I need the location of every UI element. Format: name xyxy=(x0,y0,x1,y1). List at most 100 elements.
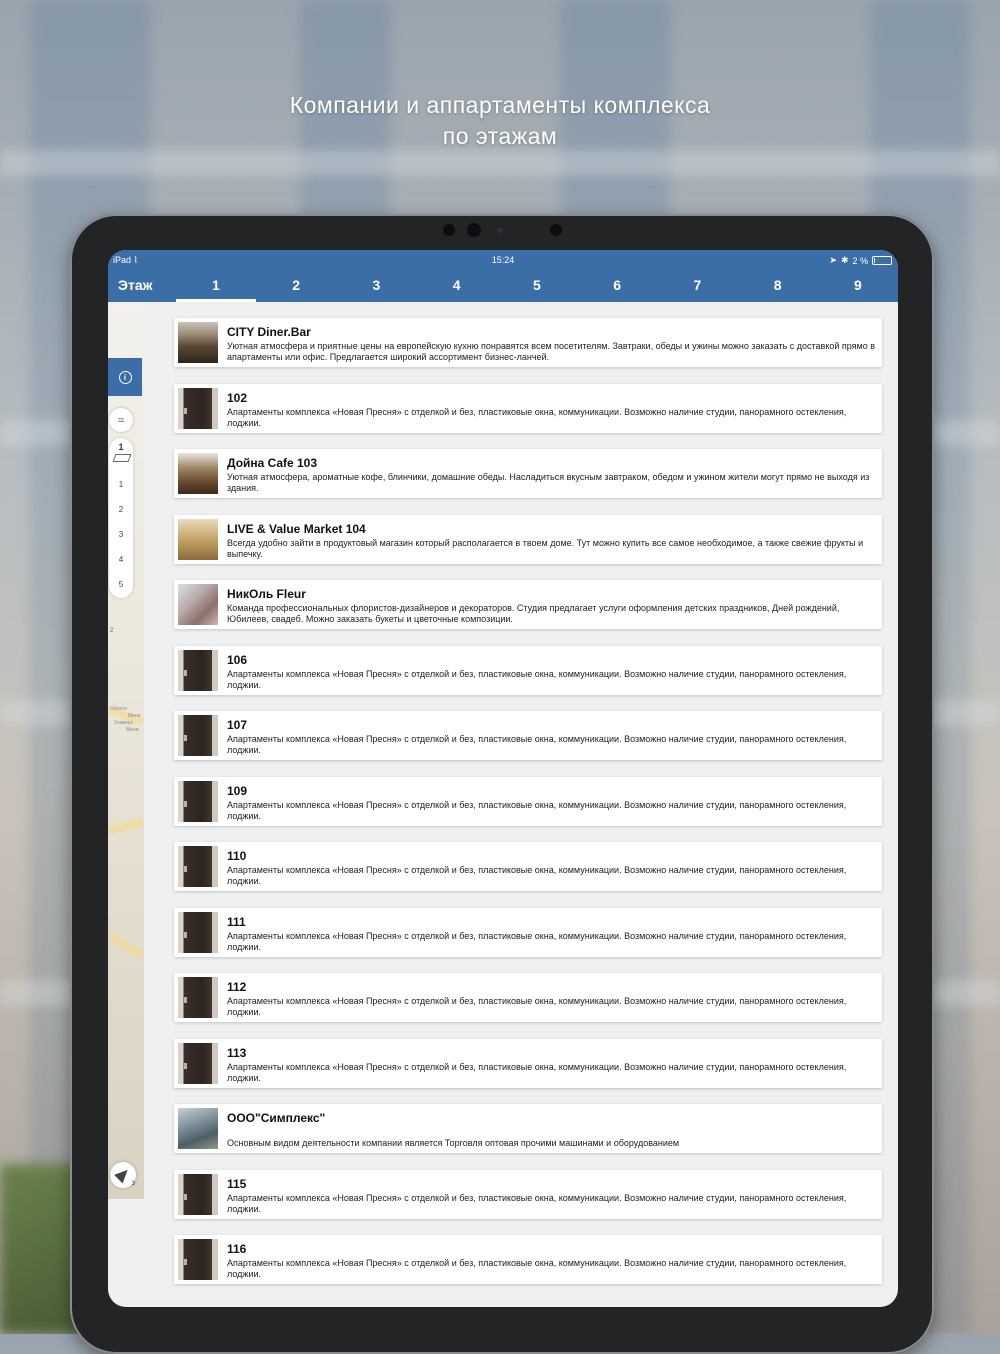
floor-tabs-label: Этаж xyxy=(118,277,153,293)
item-title: 116 xyxy=(227,1242,247,1256)
app-screen: iPad ⌇ 15:24 ➤ ✱ 2 % Этаж 1 2 3 4 5 6 7 … xyxy=(108,250,898,1307)
route-icon: ≈ xyxy=(117,413,125,427)
app-header: iPad ⌇ 15:24 ➤ ✱ 2 % Этаж 1 2 3 4 5 6 7 … xyxy=(108,250,898,302)
item-thumbnail xyxy=(178,715,218,756)
item-description: Команда профессиональных флористов-дизай… xyxy=(227,603,840,624)
item-title: 113 xyxy=(227,1045,247,1060)
tab-floor-3[interactable]: 3 xyxy=(336,272,416,302)
item-title: 102 xyxy=(227,390,248,405)
item-thumbnail xyxy=(178,518,218,560)
item-description: Апартаменты комплекса «Новая Пресня» с о… xyxy=(227,406,847,428)
camera-lens xyxy=(467,223,481,237)
item-thumbnail xyxy=(178,780,218,822)
item-thumbnail xyxy=(178,911,218,953)
item-thumbnail xyxy=(178,977,218,1018)
map-label-number: 2 xyxy=(110,628,114,634)
headline-line-2: по этажам xyxy=(442,123,558,149)
list-item[interactable]: 115 Апартаменты комплекса «Новая Пресня» … xyxy=(174,1169,882,1219)
headline-line-1: Компании и аппартаменты комплекса xyxy=(289,92,711,118)
list-item[interactable]: CITY Diner.Bar Уютная атмосфера и приятны… xyxy=(174,318,882,367)
floor-option[interactable]: 5 xyxy=(109,580,133,589)
status-right: ➤ ✱ 2 % xyxy=(829,255,892,266)
map-poi-label: Univers xyxy=(110,706,127,712)
list-item[interactable]: 116 Апартаменты комплекса «Новая Пресня» … xyxy=(174,1235,882,1284)
item-thumbnail xyxy=(178,649,218,691)
info-icon: i xyxy=(118,370,132,384)
floor-option[interactable]: 1 xyxy=(109,480,133,489)
list-item[interactable]: LIVE & Value Market 104 Всегда удобно зай… xyxy=(174,514,882,564)
item-title: НикОль Fleur xyxy=(227,587,306,601)
item-thumbnail xyxy=(178,387,218,429)
item-description: Апартаменты комплекса «Новая Пресня» с о… xyxy=(227,1061,847,1083)
map-poi-label: Универс xyxy=(114,720,134,726)
locate-badge: 3 xyxy=(131,1181,135,1187)
item-thumbnail xyxy=(178,1239,218,1280)
camera-sensor xyxy=(550,224,562,236)
item-description: Всегда удобно зайти в продуктовый магази… xyxy=(227,537,864,559)
list-item[interactable]: 112 Апартаменты комплекса «Новая Пресня» … xyxy=(174,973,882,1022)
item-title: 109 xyxy=(227,783,248,798)
tab-floor-2[interactable]: 2 xyxy=(256,272,336,302)
item-title: CITY Diner.Bar xyxy=(227,325,311,339)
item-title: ООО"Симплекс" xyxy=(227,1111,326,1125)
map-poi-label: Мени xyxy=(126,727,139,733)
floor-option[interactable]: 3 xyxy=(109,530,133,539)
locate-button[interactable]: 3 xyxy=(110,1162,136,1188)
item-thumbnail xyxy=(178,1042,218,1084)
promo-headline: Компании и аппартаменты комплекса по эта… xyxy=(0,90,1000,152)
battery-icon xyxy=(872,256,892,265)
tab-floor-8[interactable]: 8 xyxy=(738,272,818,302)
list-item[interactable]: 107 Апартаменты комплекса «Новая Пресня» … xyxy=(174,711,882,760)
company-list: CITY Diner.Bar Уютная атмосфера и приятны… xyxy=(174,318,882,1301)
list-item[interactable]: 106 Апартаменты комплекса «Новая Пресня» … xyxy=(174,645,882,695)
item-description: Апартаменты комплекса «Новая Пресня» с о… xyxy=(227,668,847,690)
item-description: Апартаменты комплекса «Новая Пресня» с о… xyxy=(227,734,847,755)
item-description: Апартаменты комплекса «Новая Пресня» с о… xyxy=(227,865,847,886)
tab-floor-4[interactable]: 4 xyxy=(417,272,497,302)
item-description: Апартаменты комплекса «Новая Пресня» с о… xyxy=(227,1258,847,1279)
floor-tabs: Этаж 1 2 3 4 5 6 7 8 9 xyxy=(108,272,898,302)
tab-floor-7[interactable]: 7 xyxy=(657,272,737,302)
map-panel[interactable]: 2 Univers Мени Универс Мени xyxy=(108,302,145,1199)
tab-floor-9[interactable]: 9 xyxy=(818,272,898,302)
item-title: 111 xyxy=(227,914,246,929)
list-item[interactable]: НикОль Fleur Команда профессиональных фло… xyxy=(174,580,882,629)
tab-floor-1[interactable]: 1 xyxy=(175,272,257,302)
item-description: Уютная атмосфера и приятные цены на евро… xyxy=(227,341,876,362)
tab-floor-5[interactable]: 5 xyxy=(497,272,577,302)
item-thumbnail xyxy=(178,1173,218,1215)
list-item[interactable]: 113 Апартаменты комплекса «Новая Пресня» … xyxy=(174,1038,882,1088)
floor-option[interactable]: 2 xyxy=(109,505,133,514)
floor-option[interactable]: 4 xyxy=(109,555,133,564)
item-description: Апартаменты комплекса «Новая Пресня» с о… xyxy=(227,1192,847,1214)
bluetooth-icon: ✱ xyxy=(840,255,849,265)
item-thumbnail xyxy=(178,584,218,625)
list-item[interactable]: 111 Апартаменты комплекса «Новая Пресня» … xyxy=(174,907,882,957)
item-thumbnail xyxy=(178,322,218,363)
list-item[interactable]: 110 Апартаменты комплекса «Новая Пресня» … xyxy=(174,842,882,891)
item-description: Апартаменты комплекса «Новая Пресня» с о… xyxy=(227,930,847,952)
info-button[interactable]: i xyxy=(108,358,142,396)
item-title: 107 xyxy=(227,718,248,732)
item-description: Основным видом деятельности компании явл… xyxy=(227,1138,680,1148)
floor-selector: 1 1 2 3 4 5 xyxy=(109,438,133,598)
list-item[interactable]: Дойна Cafe 103 Уютная атмосфера, ароматны… xyxy=(174,449,882,498)
item-title: 106 xyxy=(227,652,248,667)
battery-percent: 2 % xyxy=(852,255,868,266)
item-title: 115 xyxy=(227,1176,247,1191)
route-button[interactable]: ≈ xyxy=(109,408,133,432)
item-thumbnail xyxy=(178,453,218,494)
layers-icon xyxy=(112,454,132,462)
list-item[interactable]: 109 Апартаменты комплекса «Новая Пресня» … xyxy=(174,776,882,826)
camera-sensor xyxy=(497,227,503,233)
item-thumbnail xyxy=(178,1108,218,1149)
status-bar: iPad ⌇ 15:24 ➤ ✱ 2 % xyxy=(108,254,898,268)
item-title: 112 xyxy=(227,980,247,994)
item-thumbnail xyxy=(178,846,218,887)
tab-floor-6[interactable]: 6 xyxy=(577,272,657,302)
item-description: Апартаменты комплекса «Новая Пресня» с о… xyxy=(227,799,847,821)
location-arrow-icon: ➤ xyxy=(829,255,837,265)
list-item[interactable]: 102 Апартаменты комплекса «Новая Пресня» … xyxy=(174,383,882,433)
item-title: 110 xyxy=(227,849,247,863)
list-item[interactable]: ООО"Симплекс" Основным видом деятельности… xyxy=(174,1104,882,1153)
